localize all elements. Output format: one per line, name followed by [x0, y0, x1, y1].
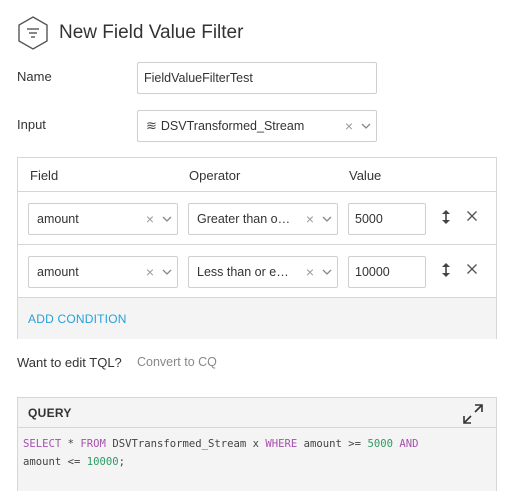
conditions-header: Field Operator Value — [18, 158, 496, 192]
input-label: Input — [17, 117, 46, 132]
remove-condition-icon[interactable] — [464, 208, 480, 224]
input-select-text: DSVTransformed_Stream — [160, 119, 305, 133]
clear-icon[interactable]: × — [342, 119, 356, 133]
page-title: New Field Value Filter — [59, 22, 244, 43]
tql-label: Want to edit TQL? — [17, 355, 122, 370]
column-header-value: Value — [349, 168, 382, 183]
sql-text: amount <= — [23, 456, 87, 468]
convert-to-cq-link[interactable]: Convert to CQ — [137, 355, 217, 369]
add-condition-button[interactable]: ADD CONDITION — [28, 312, 127, 326]
clear-icon[interactable]: × — [143, 265, 157, 279]
clear-icon[interactable]: × — [143, 212, 157, 226]
operator-select-value: Greater than o… — [197, 212, 291, 226]
remove-condition-icon[interactable] — [464, 261, 480, 277]
chevron-down-icon[interactable] — [356, 123, 376, 129]
sql-text: ; — [118, 456, 126, 468]
filter-icon — [18, 16, 48, 50]
condition-row: amount × Less than or e… × 10000 — [18, 245, 496, 298]
sql-number: 5000 — [367, 438, 393, 450]
condition-row: amount × Greater than o… × 5000 — [18, 192, 496, 245]
chevron-down-icon[interactable] — [157, 216, 177, 222]
name-input[interactable]: FieldValueFilterTest — [137, 62, 377, 94]
input-select[interactable]: ≋ DSVTransformed_Stream × — [137, 110, 377, 142]
sql-text: amount >= — [297, 438, 368, 450]
value-input[interactable]: 5000 — [348, 203, 426, 235]
sql-keyword: AND — [399, 438, 419, 450]
query-panel: QUERY SELECT * FROM DSVTransformed_Strea… — [17, 397, 497, 491]
clear-icon[interactable]: × — [303, 265, 317, 279]
field-select-value: amount — [37, 265, 79, 279]
name-label: Name — [17, 69, 52, 84]
stream-icon: ≋ — [146, 118, 157, 133]
query-title: QUERY — [28, 406, 72, 420]
operator-select-value: Less than or e… — [197, 265, 289, 279]
expand-icon[interactable] — [462, 403, 484, 425]
query-header: QUERY — [18, 398, 496, 428]
conditions-panel: Field Operator Value amount × Greater th… — [17, 157, 497, 339]
conditions-footer: ADD CONDITION — [18, 298, 496, 339]
field-select-value: amount — [37, 212, 79, 226]
input-select-value: ≋ DSVTransformed_Stream — [138, 118, 342, 134]
sql-text: * — [61, 438, 81, 450]
sql-keyword: FROM — [80, 438, 106, 450]
value-input[interactable]: 10000 — [348, 256, 426, 288]
column-header-field: Field — [30, 168, 59, 183]
chevron-down-icon[interactable] — [157, 269, 177, 275]
query-code[interactable]: SELECT * FROM DSVTransformed_Stream x WH… — [23, 435, 419, 471]
sql-keyword: WHERE — [265, 438, 298, 450]
reorder-icon[interactable] — [438, 262, 454, 278]
chevron-down-icon[interactable] — [317, 216, 337, 222]
operator-select[interactable]: Greater than o… × — [188, 203, 338, 235]
clear-icon[interactable]: × — [303, 212, 317, 226]
field-select[interactable]: amount × — [28, 256, 178, 288]
operator-select[interactable]: Less than or e… × — [188, 256, 338, 288]
sql-text: DSVTransformed_Stream x — [105, 438, 266, 450]
sql-keyword: SELECT — [23, 438, 62, 450]
sql-number: 10000 — [86, 456, 119, 468]
field-select[interactable]: amount × — [28, 203, 178, 235]
reorder-icon[interactable] — [438, 209, 454, 225]
column-header-operator: Operator — [189, 168, 241, 183]
page-header: New Field Value Filter — [17, 16, 243, 50]
chevron-down-icon[interactable] — [317, 269, 337, 275]
